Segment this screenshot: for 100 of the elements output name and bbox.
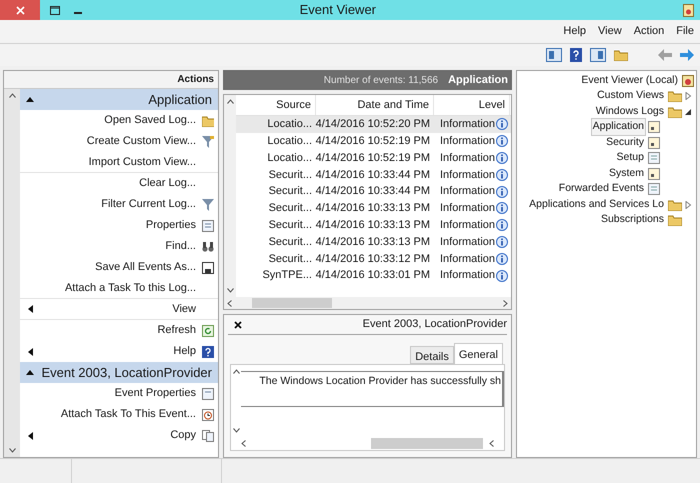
table-cell-text: 4/14/2016 10:33:13 PM <box>316 234 430 250</box>
log-icon <box>648 152 660 164</box>
scroll-down-icon[interactable] <box>8 448 16 453</box>
table-cell-text: Securit... <box>268 184 312 200</box>
column-header[interactable]: Source <box>276 96 311 114</box>
tab[interactable]: Details <box>410 346 454 364</box>
properties-icon <box>202 220 214 232</box>
table-cell-text: Locatio... <box>267 150 312 166</box>
menu-item[interactable]: Help <box>561 23 588 40</box>
section-title: Event 2003, LocationProvider <box>41 364 212 382</box>
tree-item[interactable]: Windows Logs <box>594 102 666 121</box>
action-link[interactable]: Help <box>173 343 196 360</box>
folder-icon <box>202 114 214 126</box>
info-icon <box>496 219 508 232</box>
menu-item[interactable]: Action <box>632 23 666 40</box>
show-hide-pane-icon[interactable] <box>546 48 562 62</box>
action-link[interactable]: View <box>172 300 196 318</box>
folder-icon <box>668 90 682 102</box>
maximize-icon[interactable] <box>50 6 60 14</box>
tree-item[interactable]: System <box>606 164 646 183</box>
scroll-up-icon[interactable] <box>8 93 16 98</box>
scroll-up-icon[interactable] <box>226 99 234 104</box>
action-link[interactable]: Find... <box>165 238 196 255</box>
log-icon <box>648 168 660 180</box>
table-cell-text: Information <box>440 117 495 132</box>
info-icon <box>496 236 508 248</box>
info-icon <box>496 252 508 265</box>
scroll-left-icon[interactable] <box>227 300 232 306</box>
table-cell-text: Locatio... <box>267 134 312 149</box>
menu-item[interactable]: View <box>596 23 624 40</box>
tree-item[interactable]: Security <box>604 134 646 152</box>
close-icon[interactable] <box>234 320 242 328</box>
vertical-scrollbar[interactable] <box>4 89 20 457</box>
folder-icon[interactable] <box>614 49 628 61</box>
action-link[interactable]: Filter Current Log... <box>101 196 196 213</box>
table-cell-text: Information <box>440 184 495 200</box>
info-icon <box>496 202 508 214</box>
scroll-up-icon[interactable] <box>232 369 240 374</box>
scroll-left-icon[interactable] <box>241 440 246 447</box>
column-header[interactable]: Date and Time <box>357 96 429 114</box>
tree-item[interactable]: Subscriptions <box>598 211 666 230</box>
action-link[interactable]: Clear Log... <box>139 175 196 192</box>
scroll-down-icon[interactable] <box>226 288 234 293</box>
info-icon <box>496 152 508 164</box>
expand-arrow-icon[interactable] <box>684 200 692 209</box>
refresh-icon <box>202 324 214 336</box>
tree-item[interactable]: Application <box>590 118 646 136</box>
tree-item[interactable]: Event Viewer (Local) <box>579 72 680 90</box>
action-link[interactable]: Properties <box>146 217 196 234</box>
selected-row[interactable]: Locatio... 4/14/2016 10:52:20 PM Information <box>236 116 511 133</box>
close-button[interactable] <box>0 0 40 20</box>
action-link[interactable]: Import Custom View... <box>88 154 196 170</box>
details-title: Event 2003, LocationProvider <box>362 317 507 332</box>
collapse-arrow-icon[interactable] <box>684 108 692 116</box>
vertical-scrollbar[interactable] <box>224 95 236 297</box>
show-hide-pane-icon[interactable] <box>590 48 606 62</box>
app-icon <box>683 4 694 16</box>
action-link[interactable]: Event Properties <box>114 385 196 402</box>
filter-icon <box>202 198 214 210</box>
table-cell-text: Information <box>440 268 495 284</box>
tree-item[interactable]: Custom Views <box>595 87 666 106</box>
tree-item[interactable]: Setup <box>614 149 646 168</box>
tree-item[interactable]: Applications and Services Lo <box>527 196 666 214</box>
action-link[interactable]: Copy <box>170 427 196 444</box>
tree-item[interactable]: Forwarded Events <box>556 180 646 198</box>
scroll-down-icon[interactable] <box>232 428 240 433</box>
table-cell-text: 4/14/2016 10:52:20 PM <box>316 117 430 132</box>
action-link[interactable]: Create Custom View... <box>86 133 196 150</box>
action-link[interactable]: Save All Events As... <box>95 259 196 276</box>
info-icon <box>496 270 508 282</box>
info-icon <box>496 186 508 198</box>
forward-arrow-icon[interactable] <box>680 49 694 61</box>
table-cell-text: 4/14/2016 10:52:19 PM <box>316 150 430 166</box>
menu-item[interactable]: File <box>674 23 696 40</box>
event-count: Number of events: 11,566 <box>324 74 438 88</box>
action-link[interactable]: Attach a Task To this Log... <box>64 280 196 296</box>
clock-icon <box>202 408 214 420</box>
folder-icon <box>668 198 682 211</box>
event-message: The Windows Location Provider has successfully sh <box>259 374 502 389</box>
table-cell-text: Information <box>440 134 495 149</box>
action-link[interactable]: Open Saved Log... <box>104 112 196 129</box>
table-cell-text: Information <box>440 218 495 233</box>
table-cell-text: 4/14/2016 10:52:19 PM <box>316 134 430 149</box>
action-link[interactable]: Refresh <box>157 322 196 339</box>
action-link[interactable]: Attach Task To This Event... <box>60 406 196 423</box>
table-cell-text: Locatio... <box>267 117 312 132</box>
log-icon <box>648 183 660 196</box>
close-icon <box>16 6 24 14</box>
table-cell-text: Information <box>440 252 495 267</box>
collapse-arrow-icon[interactable] <box>26 370 34 375</box>
copy-icon <box>202 430 214 442</box>
tab[interactable]: General <box>454 343 503 364</box>
horizontal-scrollbar[interactable] <box>224 297 511 309</box>
table-cell-text: Securit... <box>268 168 312 183</box>
column-header[interactable]: Level <box>478 96 505 114</box>
expand-arrow-icon[interactable] <box>684 92 692 100</box>
table-cell-text: 4/14/2016 10:33:01 PM <box>316 268 430 284</box>
help-icon[interactable] <box>570 48 582 62</box>
collapse-arrow-icon[interactable] <box>26 97 34 102</box>
table-cell-text: SynTPE... <box>262 268 312 284</box>
